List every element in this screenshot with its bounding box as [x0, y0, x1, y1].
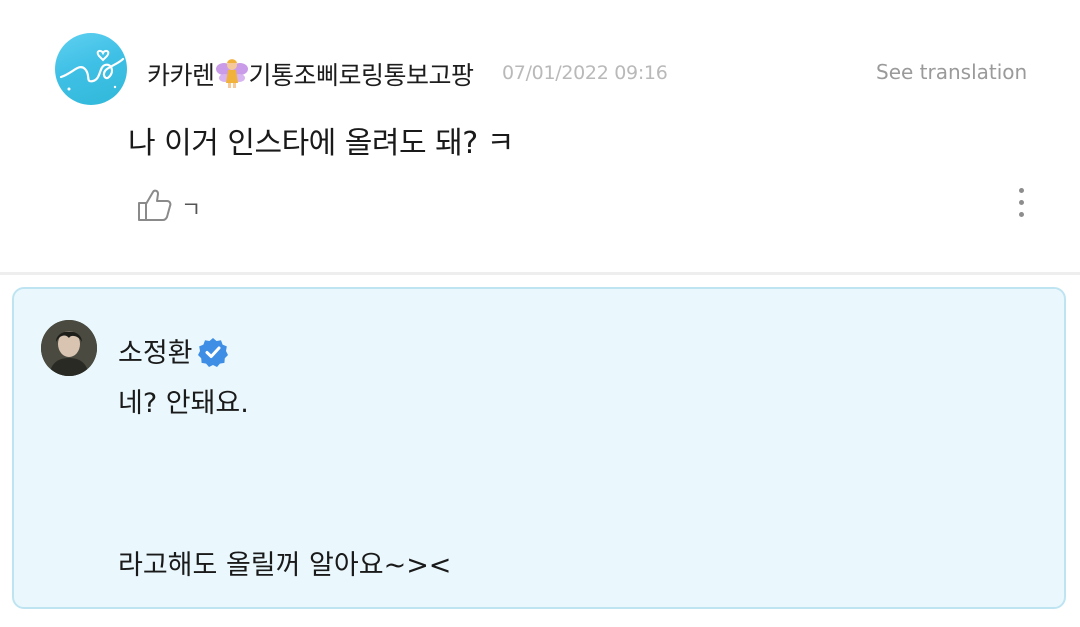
divider [0, 272, 1080, 275]
reply-author-name: 소정환 [118, 338, 193, 369]
username-text: 카카렌 [147, 61, 215, 90]
reply-text-line: 네? 안돼요. [118, 388, 249, 419]
reply-card: 소정환 네? 안돼요. 라고해도 올릴꺼 알아요~>< [12, 287, 1066, 609]
verified-badge-icon [197, 338, 228, 367]
thumbs-up-icon [138, 189, 172, 221]
commenter-avatar[interactable] [55, 33, 127, 105]
comment: 카카렌 기통조삐로링통보고팡 07/01/2022 09:16 See tran… [0, 0, 1080, 272]
comment-text: 나 이거 인스타에 올려도 돼? ㅋ [128, 126, 514, 161]
more-options-button[interactable] [1008, 186, 1034, 224]
commenter-username[interactable]: 카카렌 기통조삐로링통보고팡 [147, 56, 474, 92]
like-button[interactable] [136, 186, 174, 224]
more-vertical-icon [1008, 186, 1034, 217]
fairy-emoji-icon [215, 59, 248, 88]
like-count: ㄱ [181, 198, 202, 223]
reply-author[interactable]: 소정환 [118, 331, 229, 370]
see-translation-link[interactable]: See translation [876, 60, 1027, 84]
reply-author-avatar[interactable] [41, 320, 97, 376]
username-suffix: 기통조삐로링통보고팡 [248, 61, 475, 90]
reply-text-line: 라고해도 올릴꺼 알아요~>< [118, 550, 452, 581]
comment-timestamp: 07/01/2022 09:16 [502, 62, 668, 84]
